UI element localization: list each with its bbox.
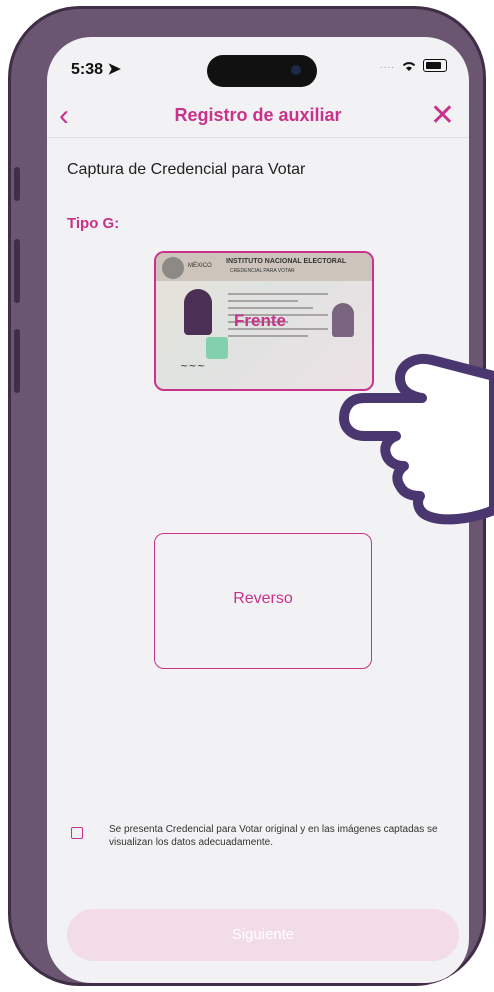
volume-up-button xyxy=(14,239,20,303)
status-icons: .... xyxy=(380,59,447,72)
card-ghost-photo xyxy=(332,303,354,337)
dynamic-island xyxy=(207,55,317,87)
status-bar: 5:38 ➤ .... xyxy=(47,37,469,97)
back-label: Reverso xyxy=(233,590,293,607)
national-seal-icon xyxy=(162,257,184,279)
front-label: Frente xyxy=(234,311,286,330)
location-arrow-icon: ➤ xyxy=(107,61,121,78)
battery-icon xyxy=(423,59,447,72)
card-country: MÉXICO xyxy=(188,263,212,269)
card-photo xyxy=(184,289,212,335)
hologram-icon xyxy=(206,337,228,359)
nav-bar: ‹ Registro de auxiliar ✕ xyxy=(47,97,469,138)
side-button xyxy=(14,167,20,201)
section-title: Captura de Credencial para Votar xyxy=(67,161,306,178)
volume-down-button xyxy=(14,329,20,393)
close-icon: ✕ xyxy=(429,99,455,132)
signature: ~~~ xyxy=(180,361,206,372)
camera-icon xyxy=(291,65,301,75)
signal-dots: .... xyxy=(379,60,395,71)
wifi-icon xyxy=(402,61,416,71)
pointing-hand-icon xyxy=(339,354,494,525)
card-subtitle: CREDENCIAL PARA VOTAR xyxy=(230,268,295,274)
consent-checkbox[interactable] xyxy=(71,827,83,839)
page-title: Registro de auxiliar xyxy=(174,105,342,125)
card-header: MÉXICO INSTITUTO NACIONAL ELECTORAL CRED… xyxy=(156,253,372,281)
credential-back-card[interactable]: Reverso xyxy=(154,533,372,669)
close-button[interactable]: ✕ xyxy=(430,97,455,135)
card-institution: INSTITUTO NACIONAL ELECTORAL xyxy=(226,258,347,265)
status-time: 5:38 ➤ xyxy=(71,61,121,78)
consent-text: Se presenta Credencial para Votar origin… xyxy=(109,824,438,848)
next-button[interactable]: Siguiente xyxy=(67,909,459,961)
tipo-label: Tipo G: xyxy=(67,215,120,232)
